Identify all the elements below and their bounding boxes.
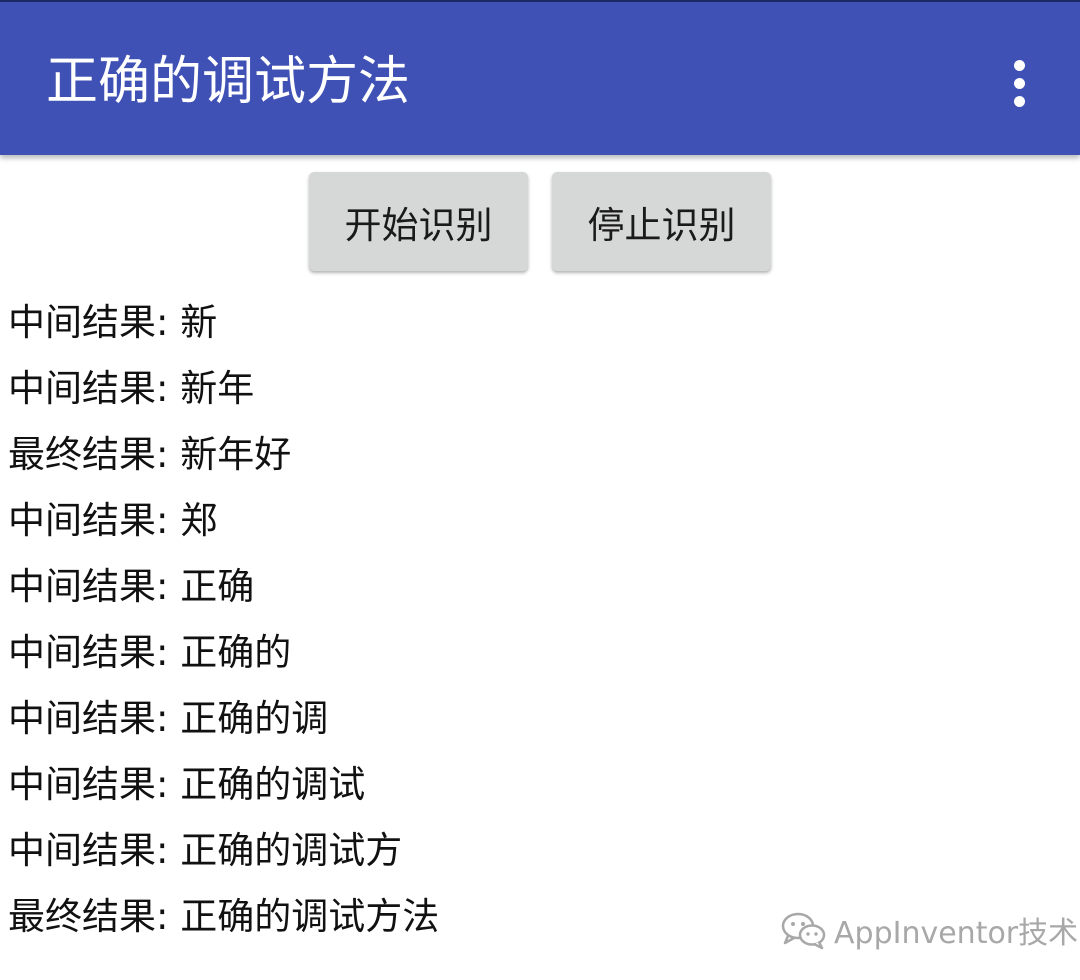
result-text: 正确 bbox=[180, 565, 255, 608]
result-text: 新 bbox=[180, 301, 218, 344]
more-vertical-icon bbox=[1013, 59, 1025, 71]
result-line: 中间结果: 郑 bbox=[8, 488, 439, 554]
result-text: 正确的 bbox=[180, 631, 292, 674]
result-label: 中间结果: bbox=[8, 829, 169, 872]
result-text: 正确的调试方 bbox=[180, 829, 403, 872]
result-line: 中间结果: 新年 bbox=[8, 356, 439, 422]
result-line: 最终结果: 新年好 bbox=[8, 422, 439, 488]
start-recognition-button[interactable]: 开始识别 bbox=[309, 172, 528, 271]
result-label: 中间结果: bbox=[8, 367, 169, 410]
result-line: 中间结果: 正确的调试方 bbox=[8, 818, 439, 884]
results-list: 中间结果: 新 中间结果: 新年 最终结果: 新年好 中间结果: 郑 中间结果:… bbox=[8, 290, 439, 950]
result-text: 正确的调试方法 bbox=[180, 895, 440, 938]
overflow-menu-button[interactable] bbox=[996, 50, 1042, 116]
result-line: 最终结果: 正确的调试方法 bbox=[8, 884, 439, 950]
result-line: 中间结果: 正确 bbox=[8, 554, 439, 620]
result-line: 中间结果: 正确的调 bbox=[8, 686, 439, 752]
wechat-icon bbox=[781, 912, 826, 950]
result-text: 正确的调试 bbox=[180, 763, 366, 806]
result-line: 中间结果: 正确的 bbox=[8, 620, 439, 686]
result-label: 中间结果: bbox=[8, 499, 169, 542]
result-label: 中间结果: bbox=[8, 697, 169, 740]
result-label: 中间结果: bbox=[8, 565, 169, 608]
result-label: 最终结果: bbox=[8, 433, 169, 476]
app-bar: 正确的调试方法 bbox=[0, 2, 1080, 155]
more-vertical-icon-dot bbox=[1013, 77, 1025, 89]
more-vertical-icon-dot bbox=[1013, 95, 1025, 107]
watermark-text: AppInventor技术 bbox=[834, 916, 1079, 951]
stop-recognition-button[interactable]: 停止识别 bbox=[552, 172, 771, 271]
result-text: 新年好 bbox=[180, 433, 292, 476]
app-title: 正确的调试方法 bbox=[46, 52, 411, 112]
result-label: 中间结果: bbox=[8, 631, 169, 674]
result-line: 中间结果: 新 bbox=[8, 290, 439, 356]
result-label: 最终结果: bbox=[8, 895, 169, 938]
result-label: 中间结果: bbox=[8, 763, 169, 806]
result-text: 正确的调 bbox=[180, 697, 329, 740]
result-label: 中间结果: bbox=[8, 301, 169, 344]
watermark: AppInventor技术 bbox=[780, 905, 1078, 955]
result-text: 新年 bbox=[180, 367, 255, 410]
result-text: 郑 bbox=[180, 499, 218, 542]
result-line: 中间结果: 正确的调试 bbox=[8, 752, 439, 818]
